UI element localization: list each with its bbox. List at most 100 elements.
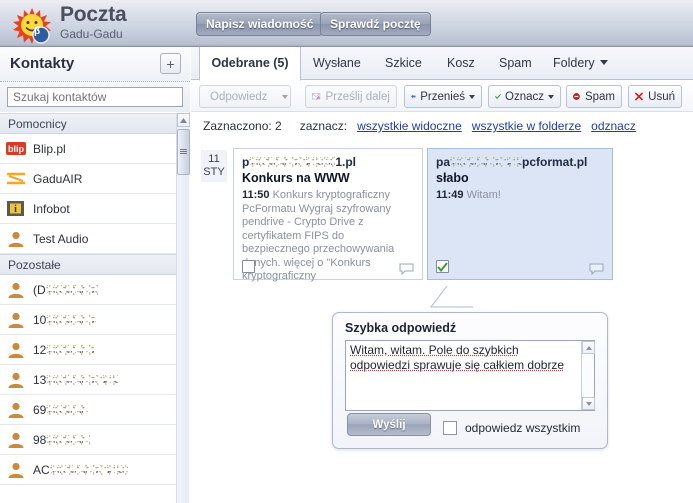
message-checkbox[interactable] <box>436 260 449 273</box>
contact-name-redacted-block <box>46 403 89 415</box>
checkmark-icon <box>437 261 448 272</box>
message-preview: 11:49 Witam! <box>436 189 605 203</box>
mail-actions-toolbar: Odpowiedz Prześlij dalej Przenieś Oznacz Spa… <box>191 81 693 112</box>
spam-button[interactable]: Spam <box>566 85 622 108</box>
tab-wys-ane[interactable]: Wysłane <box>313 47 369 80</box>
contact-name-text: GaduAIR <box>33 171 83 186</box>
sender-prefix: p <box>242 155 250 169</box>
date-month: STY <box>203 166 225 178</box>
select-all-visible-link[interactable]: wszystkie widoczne <box>357 119 462 133</box>
green-check-icon <box>495 93 501 100</box>
red-x-icon <box>635 92 643 101</box>
contact-name-text: 13 <box>33 372 47 387</box>
contact-group-header: Pomocnicy <box>0 113 176 134</box>
deselect-link[interactable]: odznacz <box>591 119 636 133</box>
contact-name: 13 <box>33 372 119 387</box>
select-all-in-folder-link[interactable]: wszystkie w folderze <box>472 119 581 133</box>
delete-button[interactable]: Usuń <box>628 85 682 108</box>
sender-redacted-block <box>249 156 336 167</box>
contact-list-item[interactable]: (D <box>0 275 176 305</box>
chevron-down-icon <box>548 94 554 99</box>
brand-logo: β Poczta Gadu-Gadu <box>8 2 183 46</box>
message-card[interactable]: pa pcformat.pl słabo 11:49 Witam! <box>427 148 613 280</box>
contact-name: (D <box>33 283 98 297</box>
contact-list-item[interactable]: 12 <box>0 335 176 365</box>
contact-list-item[interactable]: blip Blip.pl <box>0 134 176 164</box>
contact-name-redacted-block <box>46 373 119 385</box>
tab-spam[interactable]: Spam <box>499 47 537 80</box>
date-group-label: 11 STY <box>201 150 227 182</box>
contact-name-text: 12 <box>33 342 47 357</box>
add-contact-button[interactable]: + <box>160 53 181 74</box>
contact-list-item[interactable]: AC <box>0 455 176 485</box>
contacts-scrollbar[interactable] <box>176 113 190 503</box>
contact-name-redacted-block <box>46 313 97 325</box>
tab-szkice[interactable]: Szkice <box>385 47 431 80</box>
message-subject: Konkurs na WWW <box>242 171 350 185</box>
contact-list-item[interactable]: Test Audio <box>0 224 176 254</box>
chevron-down-icon <box>599 60 608 65</box>
contact-list-item[interactable]: 98 <box>0 425 176 455</box>
contact-name-text: Blip.pl <box>33 141 66 156</box>
contact-name: 69 <box>33 402 89 417</box>
mail-main-panel: Odebrane (5) Wysłane Szkice Kosz Spam Foldery… <box>191 47 693 503</box>
contact-name: Test Audio <box>33 232 88 246</box>
search-contacts-input[interactable] <box>7 87 183 107</box>
contact-name-redacted-block <box>49 463 128 475</box>
compose-message-button[interactable]: Napisz wiadomość <box>196 12 324 36</box>
tab-kosz[interactable]: Kosz <box>447 47 483 80</box>
delete-label: Usuń <box>648 90 675 103</box>
contact-name-redacted-block <box>45 283 98 295</box>
forward-button[interactable]: Prześlij dalej <box>305 85 397 108</box>
textarea-scrollbar[interactable] <box>581 341 595 410</box>
contact-list-item[interactable]: 10 <box>0 305 176 335</box>
tab-odebrane-5[interactable]: Odebrane (5) <box>199 47 301 81</box>
infobot-logo-icon: i <box>6 199 26 219</box>
tab-label: Kosz <box>447 56 475 70</box>
move-button[interactable]: Przenieś <box>404 85 482 108</box>
chevron-down-icon <box>281 94 288 99</box>
tab-label: Wysłane <box>313 56 361 70</box>
mark-label: Oznacz <box>505 90 544 103</box>
contact-name-text: Infobot <box>33 201 70 216</box>
message-sender: p 1.pl <box>242 155 356 169</box>
message-time: 11:49 <box>436 189 464 201</box>
message-preview: 11:50 Konkurs kryptograficzny PcFormatu … <box>242 189 415 284</box>
quick-reply-title: Szybka odpowiedź <box>345 321 457 335</box>
quick-reply-bubble-icon[interactable] <box>589 262 604 276</box>
contact-name-text: 98 <box>33 432 47 447</box>
message-time: 11:50 <box>242 189 270 201</box>
mark-button[interactable]: Oznacz <box>488 85 561 108</box>
contact-list-item[interactable]: 69 <box>0 395 176 425</box>
selection-status-bar: Zaznaczono: 2 zaznacz: wszystkie widoczn… <box>191 113 693 139</box>
contact-list-item[interactable]: 13 <box>0 365 176 395</box>
scrollbar-grip-icon <box>180 149 187 155</box>
scrollbar-thumb[interactable] <box>177 129 190 175</box>
check-mail-button[interactable]: Sprawdź pocztę <box>320 12 431 36</box>
brand-title: Poczta <box>60 3 127 26</box>
textarea-scroll-up-icon[interactable] <box>582 341 595 354</box>
select-prefix-label: zaznacz: <box>299 119 348 133</box>
message-checkbox[interactable] <box>242 260 255 273</box>
app-header: β Poczta Gadu-Gadu Napisz wiadomość Spra… <box>0 0 693 47</box>
quick-reply-bubble-icon[interactable] <box>399 262 414 276</box>
scroll-up-arrow-icon[interactable] <box>177 113 190 127</box>
forward-label: Prześlij dalej <box>325 90 390 103</box>
reply-all-label: odpowiedz wszystkim <box>465 421 581 435</box>
contact-name-redacted-block <box>46 433 91 445</box>
reply-all-checkbox[interactable] <box>443 421 457 435</box>
quick-reply-textarea[interactable]: Witam, witam. Pole do szybkich odpowiedz… <box>345 340 595 411</box>
sender-redacted-block <box>450 156 523 167</box>
contact-list-item[interactable]: GaduAIR <box>0 164 176 194</box>
textarea-scroll-down-icon[interactable] <box>582 397 595 410</box>
contact-name-text: 69 <box>33 402 47 417</box>
message-card[interactable]: p 1.pl Konkurs na WWW 11:50 Konkurs krypt… <box>233 148 423 282</box>
send-reply-button[interactable]: Wyślij <box>347 413 431 436</box>
contact-name: 12 <box>33 342 95 357</box>
gaduair-logo-icon <box>6 169 26 189</box>
svg-text:blip: blip <box>8 144 24 154</box>
sender-suffix: 1.pl <box>335 155 357 169</box>
tab-foldery[interactable]: Foldery <box>553 47 611 80</box>
reply-button[interactable]: Odpowiedz <box>199 85 291 108</box>
contact-list-item[interactable]: i Infobot <box>0 194 176 224</box>
